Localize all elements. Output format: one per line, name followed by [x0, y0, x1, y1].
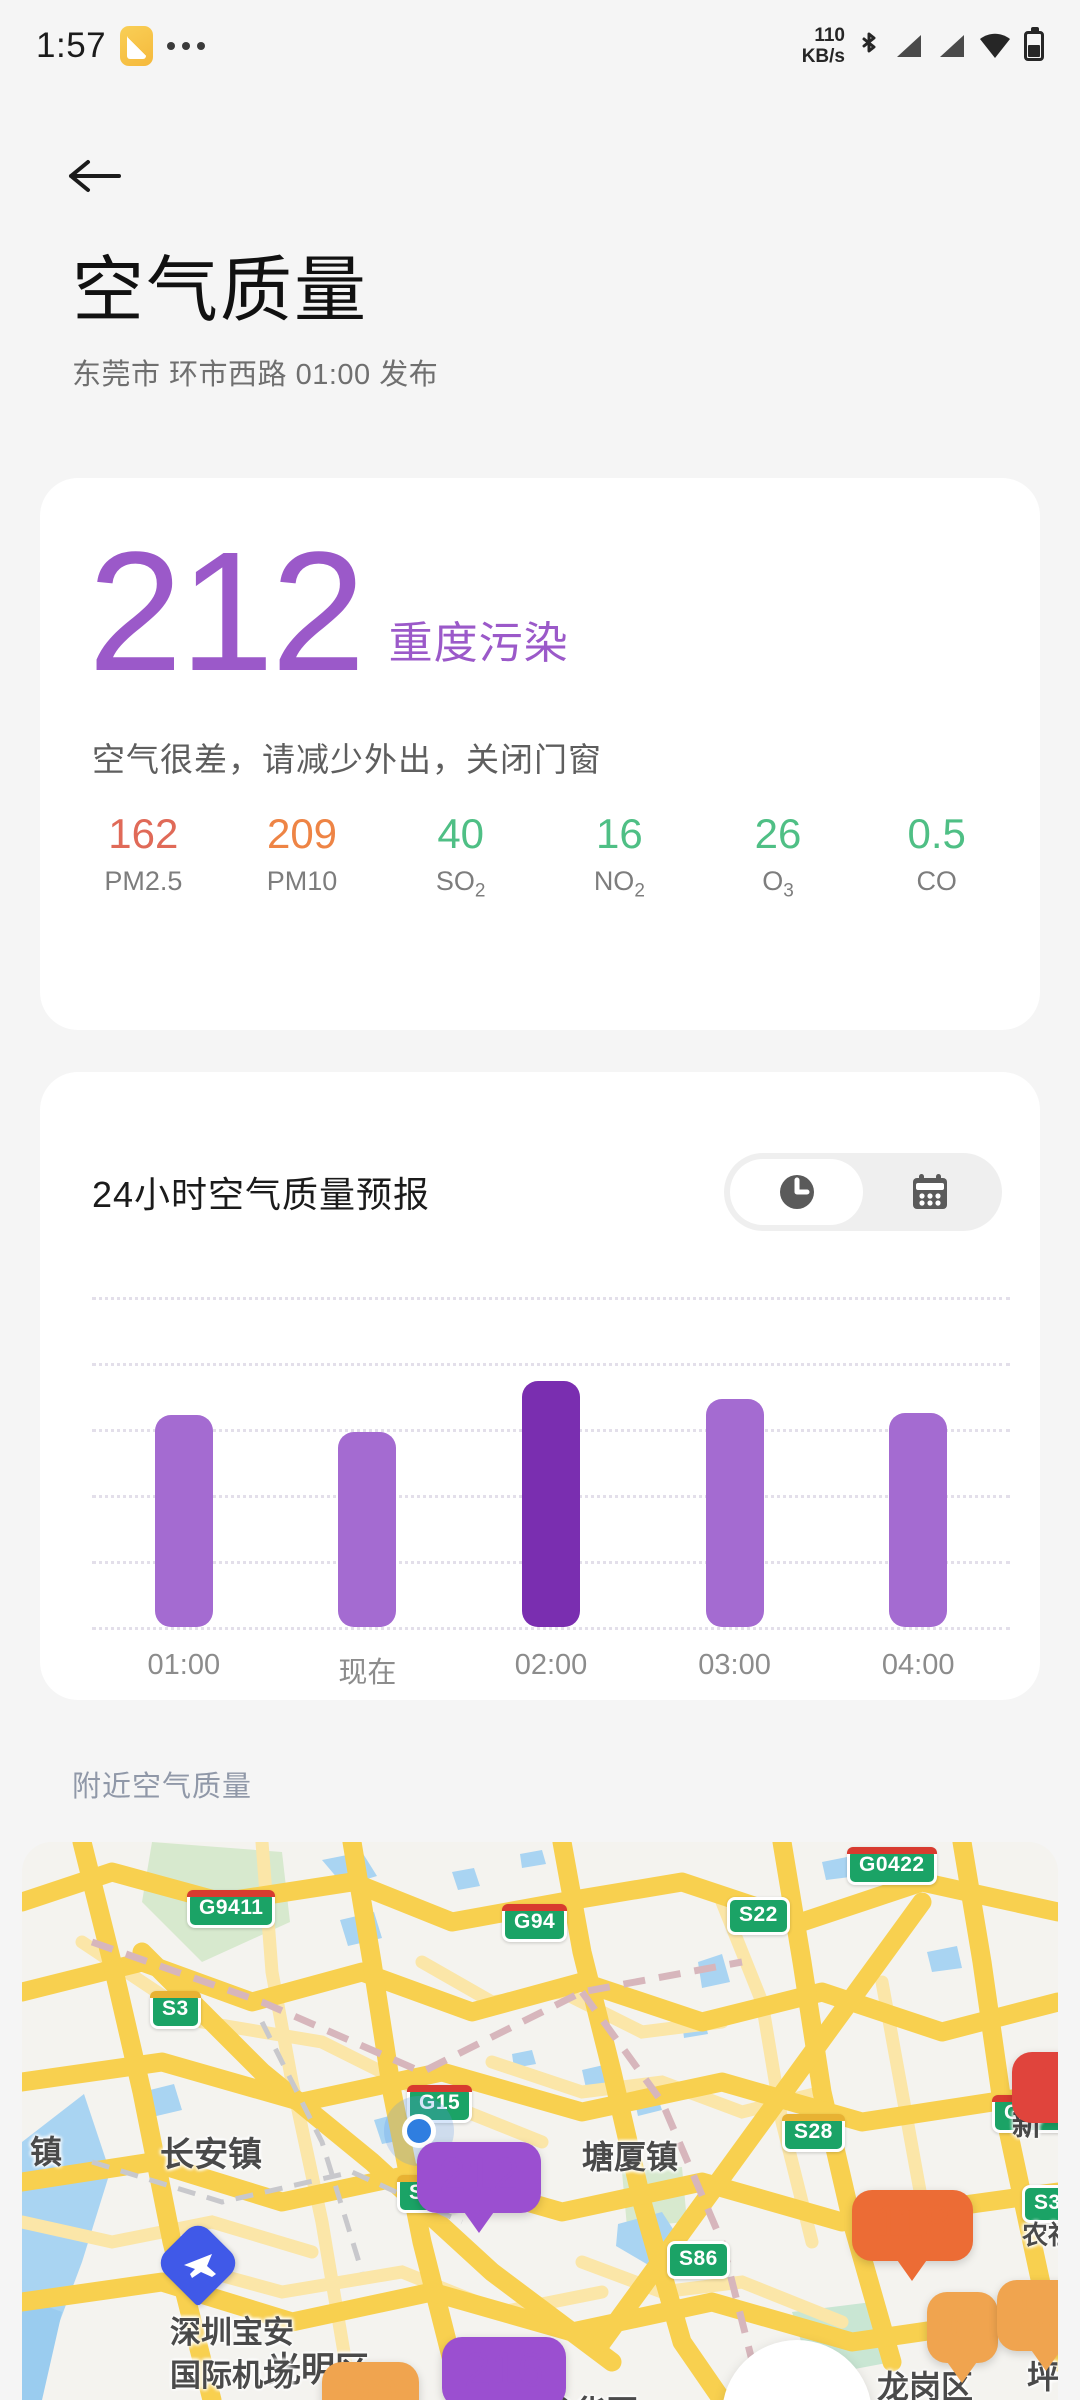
aqi-value: 212 — [88, 517, 366, 707]
chart-bar-label: 02:00 — [514, 1649, 588, 1681]
map-place-label: 国际机场 — [170, 2358, 294, 2393]
toggle-daily[interactable] — [863, 1159, 996, 1225]
signal-icon — [897, 35, 921, 57]
road-shield: S3 — [150, 1991, 201, 2029]
hourly-forecast-card: 24小时空气质量预报 01:00 现在 02:00 03:00 04:00 — [40, 1072, 1040, 1700]
pollutant-item: 40 SO2 — [381, 808, 540, 902]
chart-bar — [338, 1432, 397, 1627]
page-subtitle: 东莞市 环市西路 01:00 发布 — [72, 359, 439, 391]
status-bar-clock: 1:57 — [36, 26, 107, 65]
pollutant-list: 162 PM2.5 209 PM10 40 SO2 16 NO2 26 O3 0.5 CO — [64, 808, 1016, 902]
pollutant-item: 209 PM10 — [223, 808, 382, 902]
toggle-hourly[interactable] — [730, 1159, 863, 1225]
pollutant-item: 16 NO2 — [540, 808, 699, 902]
aqi-headline: 212 重度污染 — [88, 517, 569, 707]
road-shield: G0422 — [847, 1847, 937, 1885]
pollutant-value: 209 — [266, 810, 338, 857]
signal-icon — [940, 35, 964, 57]
pollutant-name: NO2 — [593, 866, 645, 902]
chart-bar-column[interactable]: 01:00 — [92, 1297, 276, 1681]
map-place-label: 镇 — [30, 2134, 63, 2170]
forecast-title: 24小时空气质量预报 — [92, 1174, 431, 1215]
road-shield: S22 — [727, 1897, 790, 1935]
chart-bar-column[interactable]: 03:00 — [643, 1297, 827, 1681]
chart-bar-label: 现在 — [338, 1657, 397, 1689]
calendar-icon — [912, 1174, 947, 1209]
back-button[interactable] — [56, 138, 132, 214]
chart-bar-label: 03:00 — [698, 1649, 771, 1681]
page-title: 空气质量 — [72, 251, 369, 331]
air-quality-screen: 1:57 110 KB/s 空气质量 东莞市 环市西路 01:00 发布 212… — [0, 0, 1080, 2400]
pollutant-value: 0.5 — [907, 810, 966, 857]
pollutant-name: CO — [916, 866, 957, 896]
pollutant-value: 26 — [754, 810, 802, 857]
chart-bar — [521, 1381, 580, 1627]
chart-bar-label: 04:00 — [881, 1649, 955, 1681]
map-aqi-marker[interactable]: 59 — [997, 2280, 1058, 2371]
aqi-advice-text: 空气很差，请减少外出，关闭门窗 — [92, 741, 602, 778]
chart-bar-column[interactable]: 04:00 — [826, 1297, 1010, 1681]
map-place-label: 农社区 — [1022, 2220, 1058, 2250]
status-bar-left: 1:57 — [36, 26, 206, 66]
bluetooth-icon — [862, 32, 876, 53]
battery-icon — [1024, 27, 1044, 61]
map-place-label: 塘厦镇 — [582, 2139, 679, 2175]
map-aqi-marker[interactable]: 185 — [1012, 2052, 1058, 2143]
airplane-icon — [184, 2254, 216, 2278]
nearby-section-title: 附近空气质量 — [72, 1771, 253, 1803]
chart-bars: 01:00 现在 02:00 03:00 04:00 — [92, 1297, 1010, 1689]
pollutant-name: SO2 — [435, 866, 486, 902]
chart-bar-column[interactable]: 02:00 — [459, 1297, 643, 1681]
network-speed-unit: KB/s — [801, 46, 845, 67]
aqi-level-label: 重度污染 — [388, 619, 569, 668]
network-speed: 110 KB/s — [802, 25, 845, 67]
road-shield: G9411 — [187, 1890, 276, 1928]
map-aqi-marker[interactable]: 216 — [442, 2337, 567, 2400]
gridline — [92, 1627, 1010, 1630]
map-aqi-marker[interactable]: 6 — [927, 2292, 998, 2383]
pollutant-value: 16 — [595, 810, 643, 857]
map-aqi-marker[interactable]: 118 — [852, 2190, 973, 2281]
map-place-label: 深圳宝安 — [170, 2315, 294, 2350]
network-speed-value: 110 — [814, 25, 845, 46]
aqi-summary-card[interactable]: 212 重度污染 空气很差，请减少外出，关闭门窗 162 PM2.5 209 PM10… — [40, 478, 1040, 1030]
road-shield: G94 — [502, 1904, 568, 1942]
back-arrow-icon — [69, 160, 121, 192]
chart-bar-column[interactable]: 现在 — [276, 1297, 460, 1689]
chart-bar — [889, 1413, 948, 1627]
pollutant-item: 0.5 CO — [857, 808, 1016, 902]
more-dots-icon — [167, 42, 206, 50]
road-shield: S28 — [782, 2114, 845, 2152]
pollutant-name: PM10 — [266, 866, 338, 896]
map-place-label: 长安镇 — [160, 2136, 262, 2174]
chart-bar — [154, 1415, 213, 1627]
pollutant-item: 162 PM2.5 — [64, 808, 223, 902]
note-app-icon — [120, 26, 154, 66]
airport-pin-icon[interactable] — [154, 2219, 242, 2307]
page-header: 空气质量 东莞市 环市西路 01:00 发布 — [72, 255, 438, 393]
pollutant-value: 162 — [108, 810, 179, 857]
pollutant-name: O3 — [762, 866, 794, 902]
road-shield: S86 — [667, 2241, 730, 2279]
status-bar: 1:57 110 KB/s — [0, 0, 1080, 92]
status-bar-right: 110 KB/s — [802, 25, 1044, 67]
nearby-air-quality-map[interactable]: G9411G94G0422S22S86G205S3G15S33S28S30 镇长… — [22, 1842, 1058, 2400]
pollutant-name: PM2.5 — [104, 866, 183, 896]
pollutant-item: 26 O3 — [699, 808, 858, 902]
chart-bar-label: 01:00 — [147, 1649, 221, 1681]
map-aqi-marker-current[interactable]: 212 — [417, 2142, 542, 2233]
pollutant-value: 40 — [437, 810, 485, 857]
map-aqi-marker[interactable]: 90 — [322, 2362, 420, 2400]
forecast-mode-toggle[interactable] — [724, 1153, 1002, 1231]
clock-icon — [779, 1175, 814, 1209]
chart-bar — [705, 1399, 764, 1627]
hourly-aqi-chart: 01:00 现在 02:00 03:00 04:00 — [40, 1252, 1040, 1700]
wifi-icon — [980, 33, 1010, 58]
